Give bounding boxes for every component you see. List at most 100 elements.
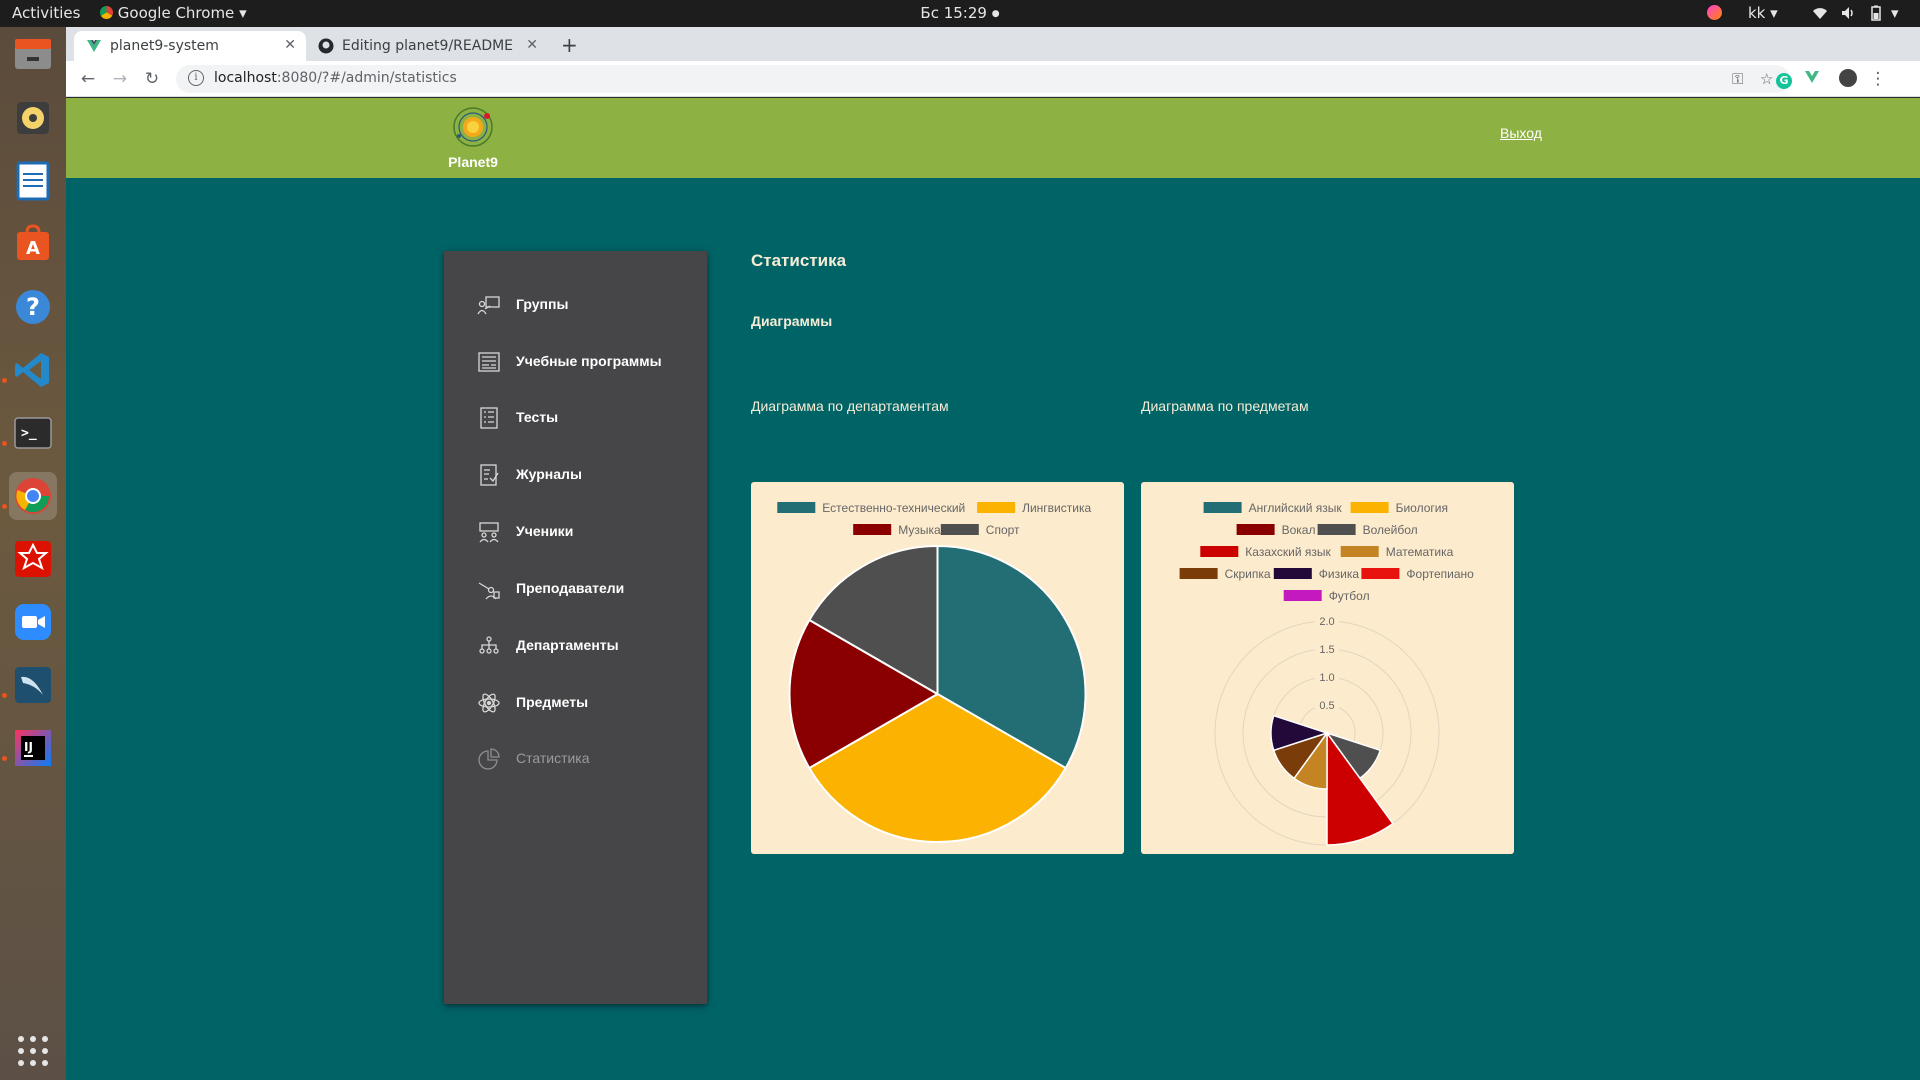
teachers-icon [478, 582, 500, 600]
tab-planet9-system[interactable]: planet9-system ✕ [74, 31, 306, 61]
legend-swatch[interactable] [1273, 568, 1312, 579]
forward-icon[interactable]: → [110, 69, 130, 89]
key-icon[interactable]: ⚿ [1732, 70, 1743, 88]
legend-swatch[interactable] [1340, 546, 1379, 557]
legend-swatch[interactable] [977, 502, 1016, 513]
firefox-tray-icon[interactable] [1706, 5, 1722, 21]
chrome-small-icon [100, 6, 113, 19]
section-title: Диаграммы [751, 313, 833, 329]
chrome-menu-icon[interactable]: ⋮ [1868, 69, 1888, 89]
sidebar-item-label: Учебные программы [516, 353, 662, 369]
url-path: :8080/?#/admin/statistics [276, 70, 457, 86]
volume-icon[interactable] [1840, 5, 1856, 21]
keyboard-layout-label: kk [1748, 4, 1766, 22]
sidebar-item-statistics[interactable]: Статистика [444, 743, 707, 773]
notification-dot-icon: ● [991, 9, 1000, 19]
sidebar-item-label: Ученики [516, 523, 574, 539]
legend-label[interactable]: Волейбол [1363, 523, 1418, 537]
wifi-icon[interactable] [1812, 5, 1828, 21]
legend-label[interactable]: Биология [1396, 501, 1448, 515]
legend-swatch[interactable] [1200, 546, 1239, 557]
libreoffice-writer-icon[interactable] [9, 157, 57, 205]
system-menu-chevron-icon[interactable]: ▾ [1891, 4, 1899, 22]
software-center-icon[interactable]: A [9, 220, 57, 268]
clock[interactable]: Бс 15:29 ● [920, 4, 999, 22]
ubuntu-dock: A ? >_ IJ [0, 27, 66, 1080]
address-bar[interactable]: i localhost:8080/?#/admin/statistics ⚿ ☆ [176, 65, 1790, 93]
site-header: Planet9 Выход [66, 98, 1920, 178]
files-manager-icon[interactable] [9, 31, 57, 79]
back-icon[interactable]: ← [78, 69, 98, 89]
departments-chart-card: Естественно-технический Лингвистика Музыка… [751, 482, 1124, 854]
legend-label[interactable]: Математика [1386, 545, 1454, 559]
legend-label[interactable]: Скрипка [1225, 567, 1271, 581]
legend-label[interactable]: Спорт [986, 523, 1020, 537]
bookmark-star-icon[interactable]: ☆ [1760, 70, 1773, 88]
legend-label[interactable]: Вокал [1282, 523, 1316, 537]
tab-editing-readme[interactable]: Editing planet9/README ✕ [306, 31, 548, 61]
intellij-icon[interactable]: IJ [9, 724, 57, 772]
site-info-icon[interactable]: i [188, 70, 204, 86]
legend-swatch[interactable] [853, 524, 892, 535]
chrome-icon[interactable] [9, 472, 57, 520]
wolfram-icon[interactable] [9, 535, 57, 583]
legend-label[interactable]: Лингвистика [1022, 501, 1091, 515]
sidebar-item-label: Преподаватели [516, 580, 625, 596]
legend-swatch[interactable] [1179, 568, 1218, 579]
legend-swatch[interactable] [1283, 590, 1322, 601]
system-top-bar: Activities Google Chrome ▾ Бс 15:29 ● kk… [0, 0, 1920, 27]
grammarly-extension-icon[interactable]: G [1774, 69, 1794, 89]
sidebar-item-label: Статистика [516, 750, 590, 766]
legend-swatch[interactable] [777, 502, 816, 513]
browser-window: planet9-system ✕ Editing planet9/README … [66, 27, 1920, 1080]
pie-chart-icon [478, 748, 500, 770]
vue-devtools-icon[interactable] [1802, 69, 1822, 90]
zoom-icon[interactable] [9, 598, 57, 646]
vscode-icon[interactable] [9, 346, 57, 394]
sidebar-item-students[interactable]: Ученики [444, 516, 707, 546]
profile-avatar[interactable] [1838, 69, 1858, 92]
radial-tick-label: 1.5 [1319, 644, 1334, 656]
atom-icon [478, 693, 500, 713]
app-menu[interactable]: Google Chrome ▾ [100, 4, 247, 22]
legend-label[interactable]: Музыка [898, 523, 941, 537]
legend-label[interactable]: Естественно-технический [822, 501, 965, 515]
sidebar-item-journals[interactable]: Журналы [444, 459, 707, 489]
subjects-chart-card: Английский язык Биология Вокал Волейбол Каза… [1141, 482, 1514, 854]
sidebar-item-teachers[interactable]: Преподаватели [444, 573, 707, 603]
logo[interactable]: Planet9 [443, 106, 503, 170]
legend-label[interactable]: Казахский язык [1245, 545, 1331, 559]
legend-label[interactable]: Фортепиано [1406, 567, 1474, 581]
new-tab-button[interactable]: + [561, 33, 578, 57]
activities-button[interactable]: Activities [12, 4, 80, 22]
legend-swatch[interactable] [1236, 524, 1275, 535]
show-applications-icon[interactable] [9, 1027, 57, 1075]
legend-swatch[interactable] [1350, 502, 1389, 513]
legend-label[interactable]: Физика [1319, 567, 1360, 581]
logout-link[interactable]: Выход [1500, 125, 1542, 141]
keyboard-layout-indicator[interactable]: kk ▾ [1748, 4, 1778, 22]
page-title: Статистика [751, 251, 847, 270]
legend-swatch[interactable] [1361, 568, 1400, 579]
legend-swatch[interactable] [940, 524, 979, 535]
terminal-icon[interactable]: >_ [9, 409, 57, 457]
sidebar-item-tests[interactable]: Тесты [444, 402, 707, 432]
legend-label[interactable]: Английский язык [1249, 501, 1343, 515]
rhythmbox-icon[interactable] [9, 94, 57, 142]
legend-swatch[interactable] [1203, 502, 1242, 513]
legend-swatch[interactable] [1317, 524, 1356, 535]
legend-label[interactable]: Футбол [1329, 589, 1370, 603]
sidebar-item-groups[interactable]: Группы [444, 289, 707, 319]
sidebar-item-subjects[interactable]: Предметы [444, 687, 707, 717]
radial-tick-label: 0.5 [1319, 700, 1334, 712]
reload-icon[interactable]: ↻ [142, 69, 162, 89]
sidebar-item-departments[interactable]: Департаменты [444, 630, 707, 660]
tests-icon [480, 407, 498, 429]
svg-text:IJ: IJ [24, 740, 33, 754]
help-icon[interactable]: ? [9, 283, 57, 331]
tab-close-icon[interactable]: ✕ [284, 37, 296, 53]
sidebar-item-curriculum[interactable]: Учебные программы [444, 346, 707, 376]
tab-close-icon[interactable]: ✕ [526, 37, 538, 53]
mysql-workbench-icon[interactable] [9, 661, 57, 709]
battery-icon[interactable] [1868, 5, 1884, 21]
